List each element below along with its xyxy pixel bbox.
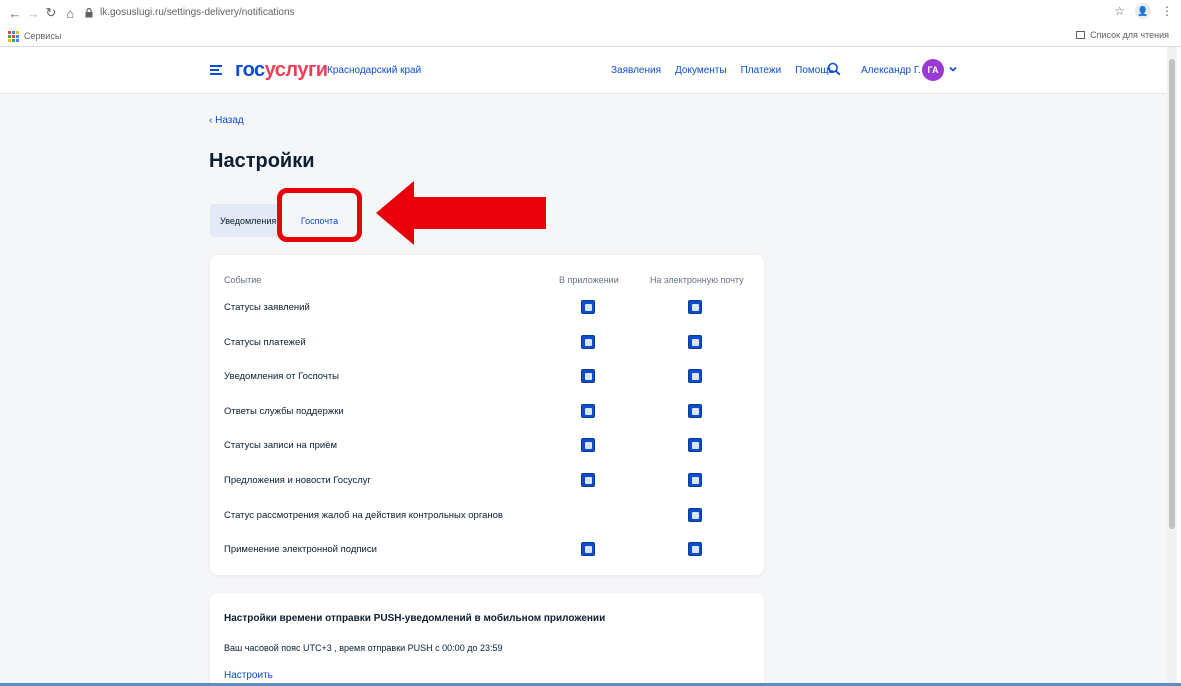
row-label: Предложения и новости Госуслуг (224, 475, 371, 486)
reload-icon[interactable]: ↻ (42, 4, 60, 22)
profile-icon[interactable]: 👤 (1135, 3, 1151, 19)
reading-list[interactable]: Список для чтения (1076, 30, 1169, 40)
page-scrollbar[interactable] (1167, 47, 1177, 683)
checkbox-app[interactable] (581, 473, 595, 487)
checkbox-email[interactable] (688, 438, 702, 452)
star-icon[interactable]: ☆ (1114, 4, 1125, 18)
nav-payments[interactable]: Платежи (741, 65, 782, 76)
logo-part-gos: гос (235, 59, 265, 81)
browser-toolbar: ← → ↻ ⌂ lk.gosuslugi.ru/settings-deliver… (0, 0, 1181, 26)
bookmarks-bar: Сервисы Список для чтения (0, 26, 1181, 47)
nav-applications[interactable]: Заявления (611, 65, 661, 76)
forward-arrow-icon[interactable]: → (24, 4, 42, 22)
user-name[interactable]: Александр Г. (861, 65, 921, 76)
tab-notifications[interactable]: Уведомления (210, 204, 282, 237)
address-url: lk.gosuslugi.ru/settings-delivery/notifi… (100, 7, 295, 18)
scrollbar-thumb[interactable] (1169, 59, 1175, 529)
push-settings-card: Настройки времени отправки PUSH-уведомле… (210, 593, 764, 683)
page-viewport: госуслуги Краснодарский край Заявления Д… (0, 47, 1167, 683)
bookmark-apps[interactable]: Сервисы (8, 30, 62, 42)
site-header: госуслуги Краснодарский край Заявления Д… (0, 47, 1167, 94)
checkbox-app[interactable] (581, 542, 595, 556)
page-title: Настройки (209, 150, 315, 172)
column-header-app: В приложении (559, 275, 619, 285)
red-arrow-icon (376, 181, 546, 245)
checkbox-email[interactable] (688, 542, 702, 556)
checkbox-email[interactable] (688, 404, 702, 418)
row-label: Статусы платежей (224, 337, 306, 348)
checkbox-app[interactable] (581, 300, 595, 314)
avatar[interactable]: ГА (922, 59, 944, 81)
checkbox-app[interactable] (581, 404, 595, 418)
checkbox-email[interactable] (688, 335, 702, 349)
nav-documents[interactable]: Документы (675, 65, 727, 76)
checkbox-email[interactable] (688, 369, 702, 383)
gosuslugi-logo[interactable]: госуслуги (235, 59, 328, 82)
top-nav: Заявления Документы Платежи Помощь (611, 65, 834, 76)
checkbox-app[interactable] (581, 369, 595, 383)
reading-list-label: Список для чтения (1090, 30, 1169, 40)
apps-grid-icon (8, 30, 19, 42)
reading-list-icon (1076, 31, 1086, 39)
burger-menu-icon[interactable] (210, 65, 222, 75)
back-arrow-icon[interactable]: ← (6, 4, 24, 22)
row-label: Уведомления от Госпочты (224, 371, 339, 382)
home-icon[interactable]: ⌂ (61, 4, 79, 22)
push-configure-link[interactable]: Настроить (224, 670, 273, 681)
checkbox-email[interactable] (688, 508, 702, 522)
checkbox-email[interactable] (688, 300, 702, 314)
chevron-down-icon[interactable] (948, 64, 958, 74)
checkbox-app[interactable] (581, 335, 595, 349)
lock-icon (84, 7, 94, 18)
checkbox-email[interactable] (688, 473, 702, 487)
push-title: Настройки времени отправки PUSH-уведомле… (224, 613, 606, 624)
checkbox-app[interactable] (581, 438, 595, 452)
row-label: Статусы записи на приём (224, 440, 338, 451)
row-label: Применение электронной подписи (224, 544, 377, 555)
region-selector[interactable]: Краснодарский край (327, 65, 421, 76)
column-header-event: Событие (224, 275, 262, 285)
row-label: Статус рассмотрения жалоб на действия ко… (224, 510, 503, 521)
back-link[interactable]: ‹ Назад (209, 115, 244, 126)
browser-actions: ☆ 👤 ⋮ (1114, 3, 1173, 19)
logo-part-uslugi: услуги (264, 59, 328, 81)
search-icon[interactable] (827, 62, 841, 76)
highlight-box (277, 188, 362, 242)
notification-settings-card: Событие В приложении На электронную почт… (210, 255, 764, 575)
row-label: Статусы заявлений (224, 302, 310, 313)
push-description: Ваш часовой пояс UTC+3 , время отправки … (224, 643, 503, 653)
row-label: Ответы службы поддержки (224, 406, 344, 417)
column-header-email: На электронную почту (650, 275, 744, 285)
bookmark-apps-label: Сервисы (24, 31, 62, 41)
menu-dots-icon[interactable]: ⋮ (1161, 4, 1173, 18)
address-bar[interactable]: lk.gosuslugi.ru/settings-delivery/notifi… (84, 3, 1134, 22)
